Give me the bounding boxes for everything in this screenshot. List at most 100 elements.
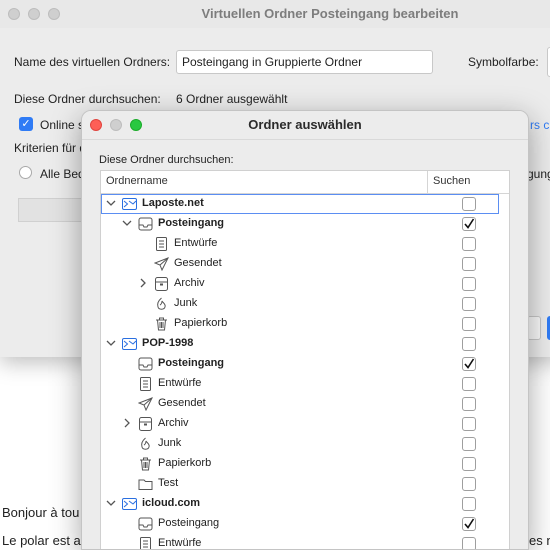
chevron-down-icon[interactable] [105, 337, 117, 351]
chevron-down-icon[interactable] [121, 217, 133, 231]
folder-icon [138, 477, 153, 491]
sent-icon [154, 257, 169, 271]
search-checkbox[interactable] [462, 377, 476, 391]
folder-row-label: Posteingang [158, 517, 219, 529]
search-checkbox[interactable] [462, 477, 476, 491]
column-header-name[interactable]: Ordnername [106, 175, 168, 187]
search-checkbox[interactable] [462, 417, 476, 431]
drafts-icon [154, 237, 169, 251]
back-window-title: Virtuellen Ordner Posteingang bearbeiten [0, 6, 550, 21]
back-window-titlebar: Virtuellen Ordner Posteingang bearbeiten [0, 0, 550, 28]
folder-row-label: Gesendet [158, 397, 206, 409]
folder-row-label: Archiv [158, 417, 189, 429]
sent-icon [138, 397, 153, 411]
online-search-checkbox[interactable]: ✓ [19, 117, 33, 131]
folder-row-label: POP-1998 [142, 337, 193, 349]
all-conditions-radio[interactable] [19, 166, 32, 179]
search-folders-label: Diese Ordner durchsuchen: [14, 92, 161, 106]
folder-row-label: Entwürfe [174, 237, 217, 249]
search-checkbox[interactable] [462, 277, 476, 291]
trash-icon [138, 457, 153, 471]
all-conditions-right-text: gung [527, 167, 550, 181]
archive-icon [138, 417, 153, 431]
folder-row[interactable]: Archiv [101, 414, 499, 434]
column-separator [427, 171, 428, 193]
folder-row-label: Posteingang [158, 217, 224, 229]
dialog-titlebar: Ordner auswählen [82, 111, 528, 140]
search-checkbox[interactable] [462, 257, 476, 271]
chevron-right-icon[interactable] [121, 417, 133, 431]
folder-row-label: Papierkorb [158, 457, 211, 469]
folder-row[interactable]: Gesendet [101, 254, 499, 274]
folder-row[interactable]: Papierkorb [101, 314, 499, 334]
criteria-row-field[interactable] [18, 198, 88, 222]
folder-row[interactable]: Entwürfe [101, 534, 499, 550]
folder-row-label: Papierkorb [174, 317, 227, 329]
search-checkbox[interactable] [462, 237, 476, 251]
folder-row-label: Junk [158, 437, 181, 449]
search-checkbox[interactable] [462, 457, 476, 471]
chevron-right-icon[interactable] [137, 277, 149, 291]
archive-icon [154, 277, 169, 291]
online-search-label: Online s [40, 118, 84, 132]
search-checkbox[interactable] [462, 397, 476, 411]
search-checkbox[interactable] [462, 217, 476, 231]
search-checkbox[interactable] [462, 337, 476, 351]
search-checkbox[interactable] [462, 297, 476, 311]
drafts-icon [138, 537, 153, 550]
folder-row[interactable]: POP-1998 [101, 334, 499, 354]
search-checkbox[interactable] [462, 197, 476, 211]
folder-row-label: Junk [174, 297, 197, 309]
folder-table: Ordnername Suchen Laposte.net Posteingang… [100, 170, 510, 550]
account-icon [122, 337, 137, 351]
background-text-3: es n [529, 533, 550, 548]
folder-row-label: Posteingang [158, 357, 224, 369]
folder-row[interactable]: Entwürfe [101, 234, 499, 254]
folder-name-input[interactable]: Posteingang in Gruppierte Ordner [176, 50, 433, 74]
inbox-icon [138, 217, 153, 231]
folder-row[interactable]: Junk [101, 294, 499, 314]
back-window-button[interactable] [527, 316, 541, 340]
folder-row-label: Laposte.net [142, 197, 204, 209]
folder-row-label: Gesendet [174, 257, 222, 269]
folder-row-label: Test [158, 477, 178, 489]
drafts-icon [138, 377, 153, 391]
junk-icon [154, 297, 169, 311]
chevron-down-icon[interactable] [105, 497, 117, 511]
symbol-color-label: Symbolfarbe: [468, 55, 539, 69]
folder-row[interactable]: Posteingang [101, 514, 499, 534]
search-checkbox[interactable] [462, 357, 476, 371]
inbox-icon [138, 357, 153, 371]
search-checkbox[interactable] [462, 437, 476, 451]
folder-row-label: Entwürfe [158, 537, 201, 549]
all-conditions-label: Alle Bed [40, 167, 85, 181]
folder-row[interactable]: Papierkorb [101, 454, 499, 474]
folder-row-label: icloud.com [142, 497, 200, 509]
folder-row[interactable]: icloud.com [101, 494, 499, 514]
folder-row[interactable]: Gesendet [101, 394, 499, 414]
search-checkbox[interactable] [462, 497, 476, 511]
search-folders-value: 6 Ordner ausgewählt [176, 92, 287, 106]
chevron-down-icon[interactable] [105, 197, 117, 211]
account-icon [122, 197, 137, 211]
folder-row[interactable]: Test [101, 474, 499, 494]
column-header-search[interactable]: Suchen [433, 175, 470, 187]
folder-row[interactable]: Archiv [101, 274, 499, 294]
folder-row[interactable]: Entwürfe [101, 374, 499, 394]
search-checkbox[interactable] [462, 317, 476, 331]
dialog-title: Ordner auswählen [82, 117, 528, 132]
junk-icon [138, 437, 153, 451]
trash-icon [154, 317, 169, 331]
search-checkbox[interactable] [462, 537, 476, 550]
online-search-right-text: rs c [530, 118, 549, 132]
inbox-icon [138, 517, 153, 531]
folder-row[interactable]: Laposte.net [101, 194, 499, 214]
folder-row[interactable]: Posteingang [101, 354, 499, 374]
folder-name-label: Name des virtuellen Ordners: [14, 55, 170, 69]
criteria-label: Kriterien für d [14, 141, 86, 155]
select-folders-dialog: Ordner auswählen Diese Ordner durchsuche… [81, 110, 529, 550]
folder-row[interactable]: Posteingang [101, 214, 499, 234]
search-checkbox[interactable] [462, 517, 476, 531]
background-text-2: Le polar est a [2, 533, 81, 548]
folder-row[interactable]: Junk [101, 434, 499, 454]
